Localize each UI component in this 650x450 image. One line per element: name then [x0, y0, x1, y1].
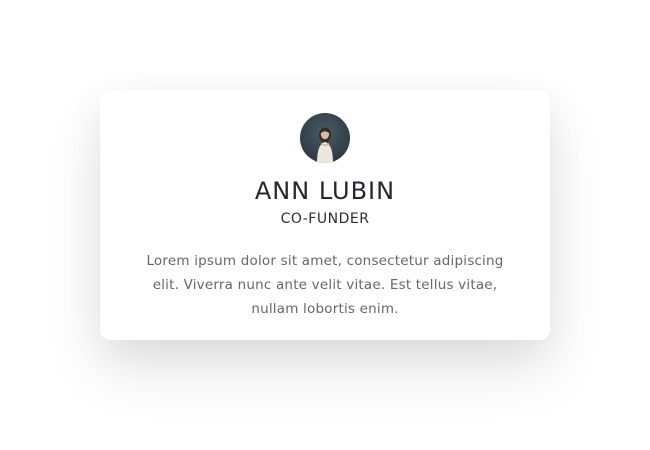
profile-bio: Lorem ipsum dolor sit amet, consectetur …	[146, 253, 504, 317]
profile-name: ANN LUBIN	[254, 177, 396, 205]
avatar	[300, 113, 350, 163]
page-background: ANN LUBIN CO-FUNDER Lorem ipsum dolor si…	[0, 0, 650, 450]
profile-card: ANN LUBIN CO-FUNDER Lorem ipsum dolor si…	[100, 90, 550, 340]
profile-role: CO-FUNDER	[280, 211, 370, 227]
person-photo-icon	[317, 127, 333, 163]
